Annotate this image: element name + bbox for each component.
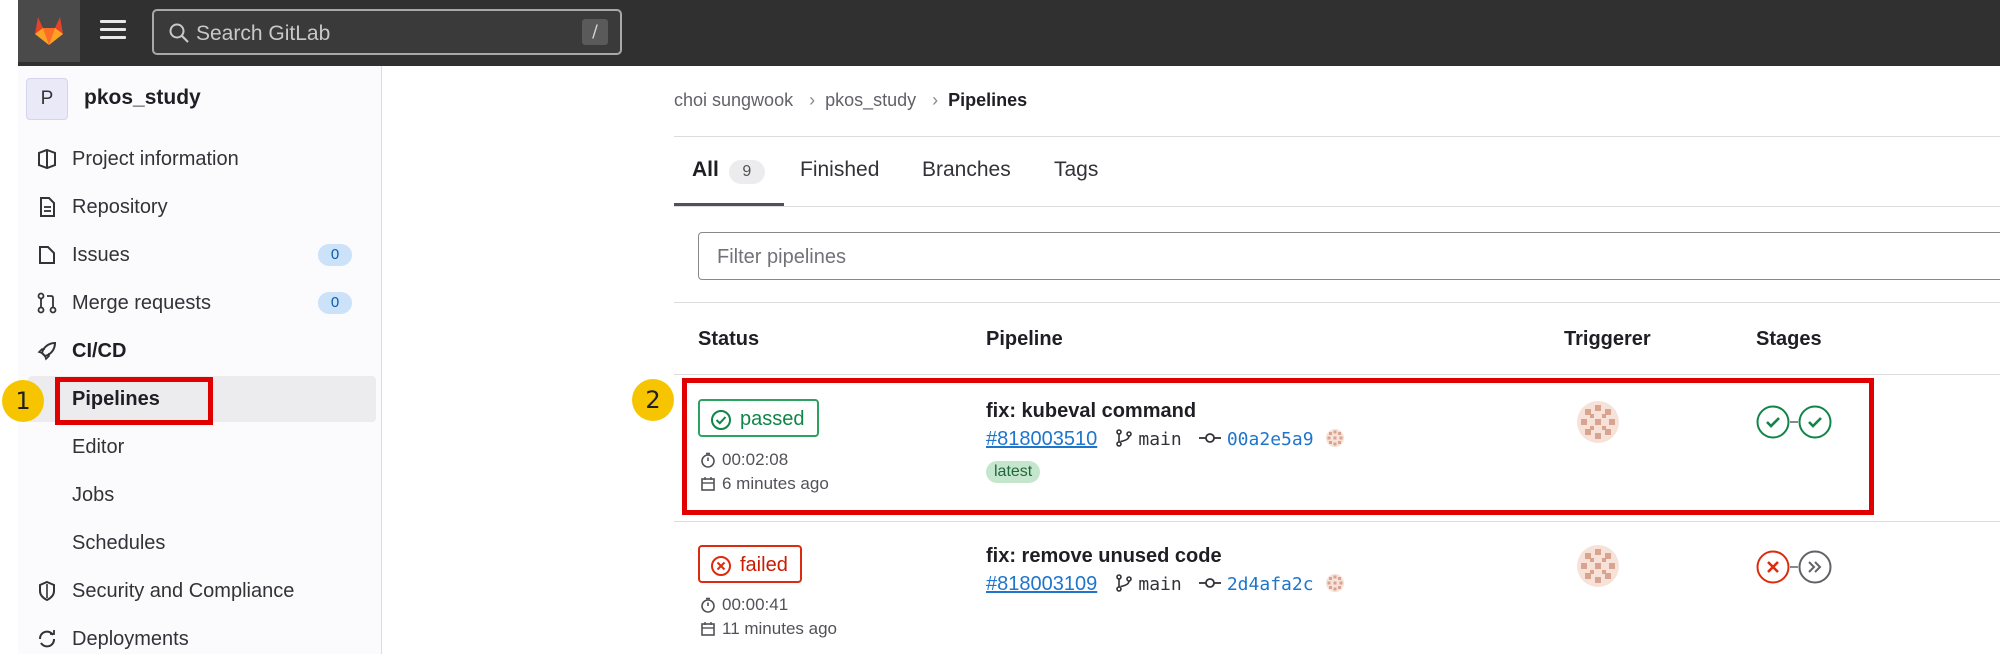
sidebar-item-deployments[interactable]: Deployments <box>18 616 364 654</box>
search-input[interactable]: Search GitLab / <box>152 9 622 55</box>
breadcrumb-item-project[interactable]: pkos_study <box>825 90 916 110</box>
document-icon <box>40 197 55 217</box>
pipeline-duration: 00:00:41 <box>700 595 788 615</box>
sidebar-item-merge-requests[interactable]: Merge requests 0 <box>18 280 364 326</box>
sidebar-item-label: Security and Compliance <box>72 580 295 602</box>
highlight-box-pipelines <box>55 377 213 425</box>
stage-connector <box>1790 566 1798 568</box>
project-info-icon <box>38 148 56 170</box>
gitlab-logo[interactable] <box>18 0 80 62</box>
filter-pipelines-input[interactable]: Filter pipelines <box>698 232 2000 280</box>
status-label: failed <box>740 554 788 576</box>
status-failed-icon <box>711 556 731 576</box>
merge-requests-count-badge: 0 <box>318 292 352 314</box>
highlight-box-latest-pipeline <box>682 378 1874 515</box>
issues-count-badge: 0 <box>318 244 352 266</box>
search-placeholder: Search GitLab <box>196 22 331 45</box>
calendar-icon <box>701 622 715 636</box>
sidebar-item-label: Editor <box>72 436 125 458</box>
pipeline-tabs: All 9 Finished Branches Tags <box>674 136 2000 206</box>
sidebar-item-project-information[interactable]: Project information <box>18 136 364 182</box>
sidebar-item-label: Deployments <box>72 628 189 650</box>
merge-request-icon <box>37 292 57 314</box>
user-avatar-icon[interactable] <box>1325 573 1345 593</box>
divider <box>674 374 2000 375</box>
sidebar: P pkos_study Project information Reposit… <box>18 66 382 654</box>
sidebar-item-label: Jobs <box>72 484 115 506</box>
shield-icon <box>39 580 55 602</box>
status-badge-failed[interactable]: failed <box>698 545 802 583</box>
deployments-icon <box>39 630 55 648</box>
breadcrumb-separator: › <box>809 90 816 110</box>
sidebar-item-label: Schedules <box>72 532 166 554</box>
tab-all-count: 9 <box>728 160 765 184</box>
sidebar-item-label: CI/CD <box>72 340 127 362</box>
commit-icon <box>1199 578 1222 588</box>
sidebar-item-label: Project information <box>72 148 239 170</box>
pipeline-info: #818003109 main 2d4afa2c <box>986 573 1345 596</box>
breadcrumb-item-user[interactable]: choi sungwook <box>674 90 793 110</box>
gitlab-tanuki-icon <box>35 17 63 45</box>
timer-icon <box>701 597 715 613</box>
search-shortcut-key: / <box>582 19 608 45</box>
breadcrumb-item-current[interactable]: Pipelines <box>948 90 1027 110</box>
triggerer-avatar[interactable] <box>1576 544 1620 588</box>
divider <box>674 302 2000 303</box>
breadcrumb-separator: › <box>932 90 939 110</box>
sidebar-item-label: Repository <box>72 196 168 218</box>
sidebar-item-ci-cd[interactable]: CI/CD <box>18 328 364 374</box>
search-icon <box>169 23 189 43</box>
branch-ref[interactable]: main <box>1138 574 1181 595</box>
branch-icon <box>1115 574 1132 592</box>
tab-branches[interactable]: Branches <box>922 158 1011 182</box>
project-avatar[interactable]: P <box>26 78 68 120</box>
divider <box>674 521 2000 522</box>
issues-icon <box>39 246 55 264</box>
pipeline-id-link[interactable]: #818003109 <box>986 573 1097 595</box>
tab-all[interactable]: All 9 <box>692 158 765 184</box>
sidebar-item-schedules[interactable]: Schedules <box>18 520 364 566</box>
annotation-marker-2: 2 <box>632 379 674 421</box>
top-header: Search GitLab / <box>18 0 2000 66</box>
pipeline-finished-time: 11 minutes ago <box>700 619 837 639</box>
finished-value: 11 minutes ago <box>722 619 837 638</box>
sidebar-item-label: Issues <box>72 244 130 266</box>
sidebar-item-label: Merge requests <box>72 292 211 314</box>
sidebar-item-jobs[interactable]: Jobs <box>18 472 364 518</box>
sidebar-item-editor[interactable]: Editor <box>18 424 364 470</box>
commit-sha-link[interactable]: 2d4afa2c <box>1227 574 1314 595</box>
filter-placeholder: Filter pipelines <box>717 246 846 268</box>
commit-title[interactable]: fix: remove unused code <box>986 545 1222 568</box>
menu-icon[interactable] <box>100 20 126 42</box>
stage-skipped-icon[interactable] <box>1798 550 1832 584</box>
project-name[interactable]: pkos_study <box>84 86 201 110</box>
breadcrumb: choi sungwook › pkos_study › Pipelines <box>674 90 1033 111</box>
tab-all-label: All <box>692 158 719 181</box>
column-header-triggerer: Triggerer <box>1564 328 1651 350</box>
column-header-pipeline: Pipeline <box>986 328 1063 350</box>
column-header-stages: Stages <box>1756 328 1822 350</box>
duration-value: 00:00:41 <box>722 595 789 614</box>
divider <box>674 206 2000 207</box>
column-header-status: Status <box>698 328 760 350</box>
sidebar-item-issues[interactable]: Issues 0 <box>18 232 364 278</box>
tab-tags[interactable]: Tags <box>1054 158 1098 182</box>
annotation-marker-1: 1 <box>2 380 44 422</box>
stage-failed-icon[interactable] <box>1756 550 1790 584</box>
tab-finished[interactable]: Finished <box>800 158 879 182</box>
sidebar-item-repository[interactable]: Repository <box>18 184 364 230</box>
rocket-icon <box>37 341 57 361</box>
sidebar-item-security-and-compliance[interactable]: Security and Compliance <box>18 568 364 614</box>
